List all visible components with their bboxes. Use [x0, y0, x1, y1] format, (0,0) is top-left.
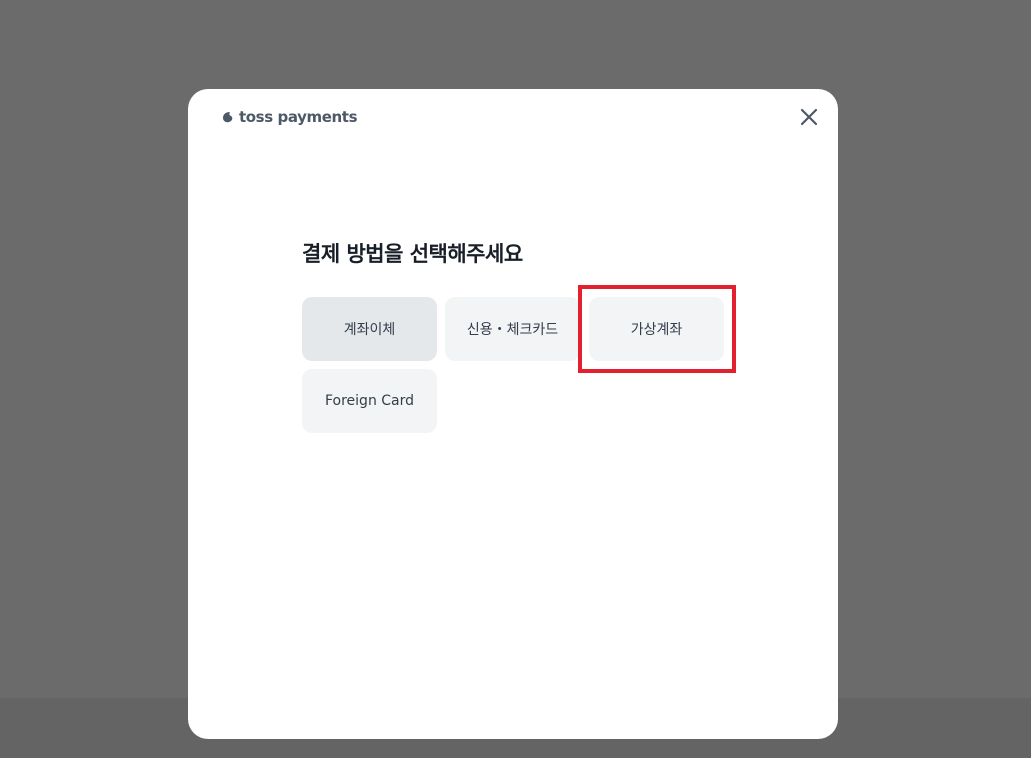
close-icon: [800, 108, 818, 126]
logo-text: toss payments: [239, 108, 358, 126]
method-card-button[interactable]: 신용・체크카드: [445, 297, 580, 361]
page-title: 결제 방법을 선택해주세요: [302, 242, 523, 266]
toss-logo-icon: [223, 112, 233, 123]
method-foreign-card-button[interactable]: Foreign Card: [302, 369, 437, 433]
method-bank-transfer-button[interactable]: 계좌이체: [302, 297, 437, 361]
toss-payments-logo: toss payments: [220, 107, 358, 127]
close-button[interactable]: [798, 106, 820, 128]
payment-method-modal: toss payments 결제 방법을 선택해주세요 계좌이체 신용・체크카드…: [188, 89, 838, 739]
method-virtual-account-button[interactable]: 가상계좌: [589, 297, 724, 361]
